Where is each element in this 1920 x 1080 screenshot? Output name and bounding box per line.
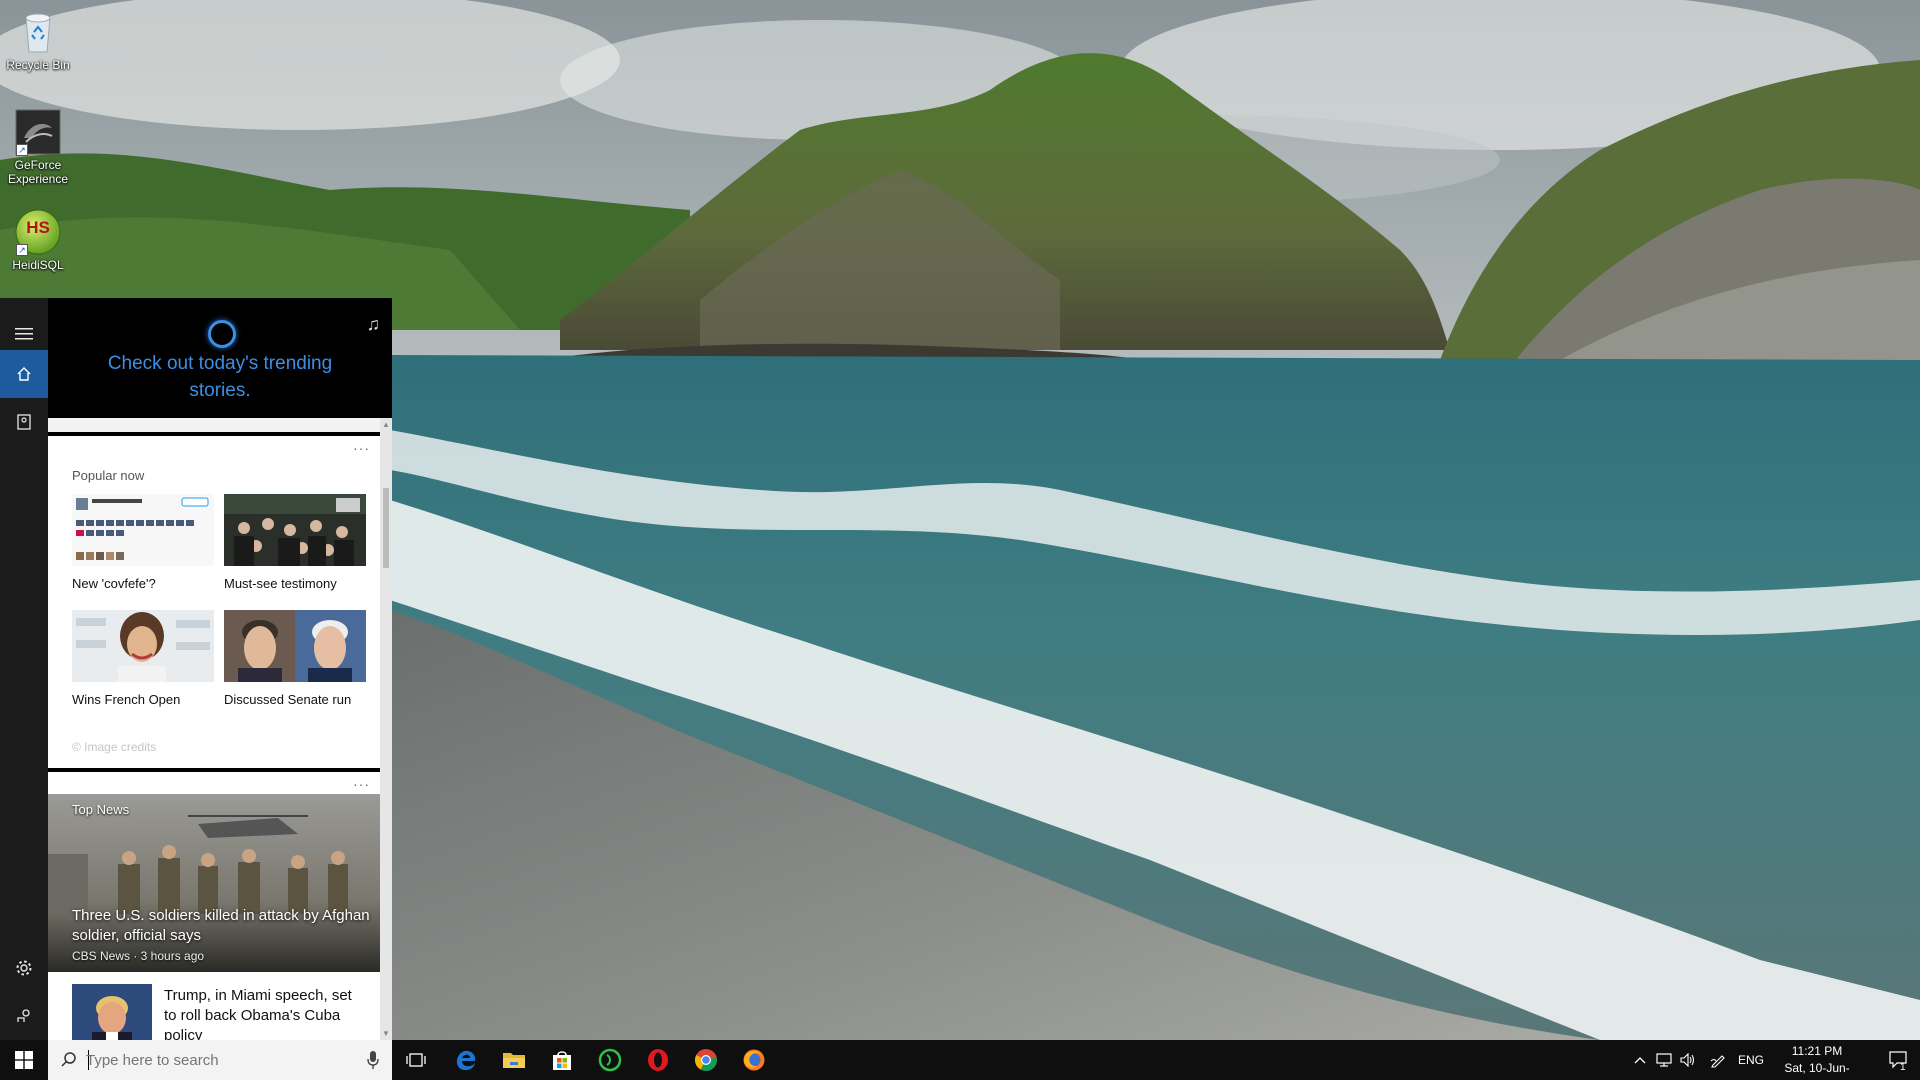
music-search-button[interactable]: ♫ bbox=[367, 314, 381, 335]
rail-feedback-button[interactable] bbox=[0, 992, 48, 1040]
chrome-icon bbox=[695, 1049, 717, 1071]
image-credits-link[interactable]: © Image credits bbox=[72, 740, 156, 754]
razer-cortex-icon bbox=[598, 1048, 622, 1072]
volume-button[interactable] bbox=[1676, 1040, 1700, 1080]
popular-tile-caption: Discussed Senate run bbox=[224, 692, 352, 707]
geforce-experience-icon: ↗ bbox=[14, 108, 62, 156]
scroll-down-arrow-icon[interactable]: ▼ bbox=[382, 1029, 390, 1038]
taskbar-app-razer-cortex[interactable] bbox=[586, 1040, 634, 1080]
popular-tile[interactable]: Must-see testimony bbox=[224, 494, 366, 591]
top-news-card: ··· Top News Three U.S. soldiers killed … bbox=[48, 768, 380, 1040]
feedback-icon bbox=[17, 1009, 30, 1022]
popular-tile-caption: Must-see testimony bbox=[224, 576, 337, 591]
taskbar-app-edge[interactable] bbox=[442, 1040, 490, 1080]
popular-tile[interactable]: Discussed Senate run bbox=[224, 610, 366, 707]
network-icon bbox=[1656, 1053, 1672, 1067]
clock-date: Sat, 10-Jun-2017 bbox=[1784, 1061, 1850, 1080]
cortana-ring-icon bbox=[208, 320, 236, 348]
scroll-up-arrow-icon[interactable]: ▲ bbox=[382, 420, 390, 429]
shortcut-arrow-icon: ↗ bbox=[16, 144, 28, 156]
action-center-button[interactable]: 1 bbox=[1876, 1040, 1920, 1080]
cortana-greeting: Check out today's trending stories. bbox=[107, 353, 333, 401]
notification-count: 1 bbox=[1900, 1062, 1906, 1073]
microphone-icon[interactable] bbox=[366, 1050, 380, 1070]
card-more-button[interactable]: ··· bbox=[353, 440, 370, 456]
clock-time: 11:21 PM bbox=[1791, 1044, 1843, 1058]
popular-tile[interactable]: New 'covfefe'? bbox=[72, 494, 214, 591]
task-view-icon bbox=[406, 1053, 426, 1067]
task-view-button[interactable] bbox=[392, 1040, 440, 1080]
news-item[interactable]: Trump, in Miami speech, set to roll back… bbox=[48, 972, 380, 1040]
firefox-icon bbox=[743, 1049, 765, 1071]
news-item-headline: Trump, in Miami speech, set to roll back… bbox=[164, 987, 352, 1040]
show-hidden-icons-button[interactable] bbox=[1628, 1040, 1652, 1080]
store-icon bbox=[553, 1051, 571, 1070]
search-icon bbox=[61, 1052, 76, 1067]
desktop-icon-heidisql[interactable]: HS ↗ HeidiSQL bbox=[0, 208, 76, 272]
heidisql-icon: HS ↗ bbox=[14, 208, 62, 256]
network-button[interactable] bbox=[1652, 1040, 1676, 1080]
top-news-hero[interactable]: Top News Three U.S. soldiers killed in a… bbox=[48, 794, 380, 972]
search-input[interactable] bbox=[86, 1048, 346, 1072]
cortana-feed: ··· Popular now New 'covfefe'? Must-see … bbox=[48, 418, 392, 1040]
top-news-headline: Three U.S. soldiers killed in attack by … bbox=[72, 907, 370, 944]
popular-tile-image bbox=[224, 610, 366, 682]
home-icon bbox=[17, 367, 31, 381]
windows-logo-icon bbox=[15, 1051, 33, 1069]
desktop-icon-recycle-bin[interactable]: Recycle Bin bbox=[0, 8, 76, 72]
desktop-icon-label: HeidiSQL bbox=[12, 258, 64, 272]
rail-settings-button[interactable] bbox=[0, 944, 48, 992]
hamburger-menu-icon bbox=[15, 328, 33, 340]
cortana-header: Check out today's trending stories. ♫ bbox=[48, 298, 392, 418]
desktop-icon-label: Recycle Bin bbox=[6, 58, 70, 72]
rail-notebook-button[interactable] bbox=[0, 398, 48, 446]
file-explorer-icon bbox=[503, 1053, 525, 1068]
music-note-icon: ♫ bbox=[366, 314, 381, 334]
card-more-button[interactable]: ··· bbox=[353, 776, 370, 792]
gear-icon bbox=[16, 960, 32, 976]
scrollbar-thumb[interactable] bbox=[383, 488, 389, 568]
taskbar-app-opera[interactable] bbox=[634, 1040, 682, 1080]
cortana-rail bbox=[0, 298, 48, 1040]
popular-tile[interactable]: Wins French Open bbox=[72, 610, 214, 707]
taskbar: ENG 11:21 PM Sat, 10-Jun-2017 1 bbox=[0, 1040, 1920, 1080]
top-news-label: Top News bbox=[72, 802, 130, 817]
start-button[interactable] bbox=[0, 1040, 48, 1080]
popular-tile-image bbox=[72, 610, 214, 682]
speaker-icon bbox=[1680, 1053, 1695, 1067]
popular-tile-image bbox=[224, 494, 366, 566]
popular-tile-caption: New 'covfefe'? bbox=[72, 576, 156, 591]
recycle-bin-icon bbox=[14, 8, 62, 56]
input-language-button[interactable]: ENG bbox=[1734, 1040, 1768, 1080]
popular-tile-caption: Wins French Open bbox=[72, 692, 181, 707]
popular-tile-image bbox=[72, 494, 214, 566]
rail-home-button[interactable] bbox=[0, 350, 48, 398]
top-news-source: CBS News · 3 hours ago bbox=[72, 949, 205, 963]
pen-workspace-button[interactable] bbox=[1704, 1040, 1732, 1080]
notebook-icon bbox=[17, 414, 31, 430]
feed-scrollbar[interactable]: ▲ ▼ bbox=[380, 418, 392, 1040]
taskbar-clock[interactable]: 11:21 PM Sat, 10-Jun-2017 bbox=[1772, 1043, 1862, 1080]
popular-now-card: ··· Popular now New 'covfefe'? Must-see … bbox=[48, 432, 380, 774]
taskbar-app-file-explorer[interactable] bbox=[490, 1040, 538, 1080]
taskbar-search-box[interactable] bbox=[48, 1040, 392, 1080]
news-item-image bbox=[72, 984, 152, 1040]
edge-icon bbox=[456, 1050, 476, 1071]
opera-icon bbox=[648, 1049, 668, 1071]
taskbar-app-store[interactable] bbox=[538, 1040, 586, 1080]
desktop-icon-geforce-experience[interactable]: ↗ GeForce Experience bbox=[0, 108, 76, 186]
cortana-panel: Check out today's trending stories. ♫ ··… bbox=[0, 298, 392, 1040]
taskbar-app-chrome[interactable] bbox=[682, 1040, 730, 1080]
desktop-icon-label: GeForce Experience bbox=[7, 158, 69, 186]
chevron-up-icon bbox=[1634, 1057, 1646, 1064]
pen-icon bbox=[1710, 1055, 1725, 1068]
popular-now-label: Popular now bbox=[72, 468, 145, 483]
heidisql-badge: HS bbox=[26, 218, 50, 237]
taskbar-app-firefox[interactable] bbox=[730, 1040, 778, 1080]
shortcut-arrow-icon: ↗ bbox=[16, 244, 28, 256]
